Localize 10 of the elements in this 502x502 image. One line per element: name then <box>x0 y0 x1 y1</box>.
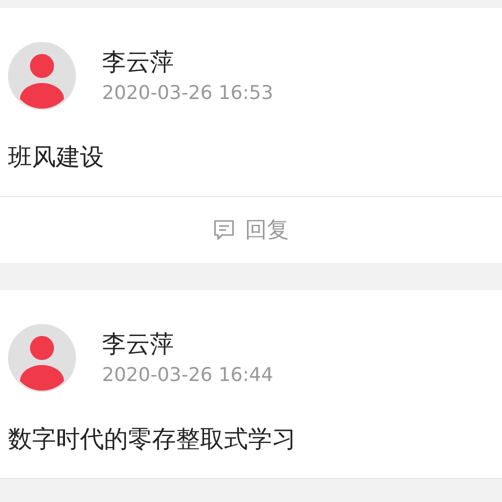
avatar-icon <box>8 324 76 392</box>
comment-icon <box>213 219 235 241</box>
post-time: 2020-03-26 16:44 <box>102 363 274 387</box>
author-name: 李云萍 <box>102 329 175 359</box>
reply-button[interactable]: 回复 <box>213 215 289 245</box>
avatar-icon <box>8 42 76 110</box>
post-content: 数字时代的零存整取式学习 <box>0 392 502 479</box>
author-name: 李云萍 <box>102 47 175 77</box>
post-content: 班风建设 <box>0 110 502 197</box>
post-time: 2020-03-26 16:53 <box>102 81 274 105</box>
